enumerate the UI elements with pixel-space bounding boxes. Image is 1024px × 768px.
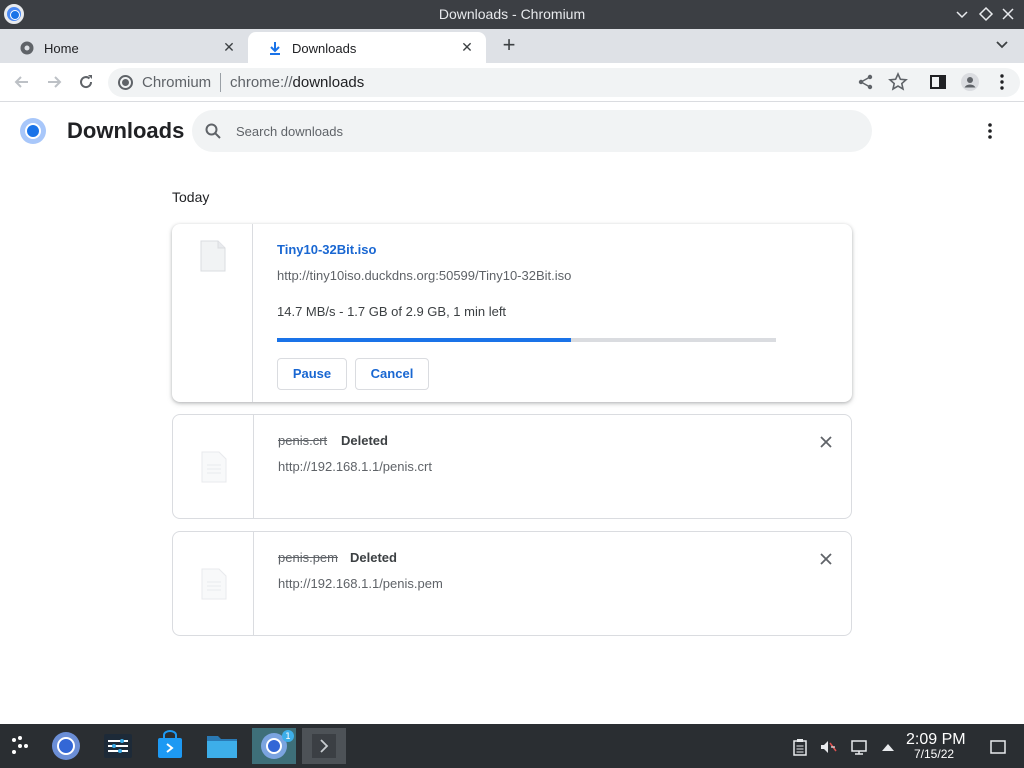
forward-arrow-icon[interactable] bbox=[44, 72, 64, 92]
home-icon bbox=[20, 41, 34, 55]
file-name: penis.pem bbox=[278, 550, 338, 565]
download-item: Tiny10-32Bit.iso http://tiny10iso.duckdn… bbox=[172, 224, 852, 402]
cancel-button[interactable]: Cancel bbox=[355, 358, 429, 390]
remove-from-list-icon[interactable] bbox=[817, 433, 835, 451]
download-progress-bar bbox=[277, 338, 776, 342]
window-title: Downloads - Chromium bbox=[438, 6, 586, 22]
new-tab-icon[interactable]: + bbox=[498, 34, 520, 57]
chromium-logo-icon bbox=[20, 118, 46, 144]
file-icon bbox=[201, 568, 227, 600]
maximize-icon[interactable] bbox=[976, 4, 996, 24]
date-section-header: Today bbox=[172, 189, 210, 205]
start-menu-button[interactable] bbox=[0, 728, 44, 764]
tab-close-icon[interactable]: ✕ bbox=[220, 38, 238, 56]
share-icon[interactable] bbox=[856, 72, 876, 92]
file-icon-column bbox=[173, 532, 254, 635]
minimize-icon[interactable] bbox=[952, 4, 972, 24]
search-icon bbox=[204, 122, 222, 140]
file-source-url[interactable]: http://192.168.1.1/penis.crt bbox=[278, 459, 432, 474]
pause-button[interactable]: Pause bbox=[277, 358, 347, 390]
file-name-link[interactable]: Tiny10-32Bit.iso bbox=[277, 242, 376, 257]
notification-badge: 1 bbox=[285, 732, 291, 742]
side-panel-icon[interactable] bbox=[928, 72, 948, 92]
tab-close-icon[interactable]: ✕ bbox=[458, 38, 476, 56]
file-source-url[interactable]: http://192.168.1.1/penis.pem bbox=[278, 576, 443, 591]
more-actions-icon[interactable] bbox=[980, 120, 1000, 142]
file-name: penis.crt bbox=[278, 433, 328, 448]
tab-label: Home bbox=[44, 41, 79, 56]
chromium-taskbar-icon[interactable] bbox=[44, 728, 88, 764]
address-bar[interactable]: Chromium chrome://downloads bbox=[108, 68, 1020, 97]
tab-downloads[interactable]: Downloads ✕ bbox=[248, 32, 486, 63]
file-icon-column bbox=[173, 415, 254, 518]
tab-search-chevron-icon[interactable] bbox=[994, 37, 1010, 53]
reload-icon[interactable] bbox=[76, 72, 96, 92]
settings-taskbar-icon[interactable] bbox=[96, 728, 140, 764]
file-source-url[interactable]: http://tiny10iso.duckdns.org:50599/Tiny1… bbox=[277, 268, 571, 283]
file-icon bbox=[200, 240, 226, 272]
close-window-icon[interactable] bbox=[998, 4, 1018, 24]
volume-muted-tray-icon[interactable] bbox=[819, 738, 837, 756]
search-box[interactable] bbox=[192, 110, 872, 152]
download-progress-fill bbox=[277, 338, 572, 342]
status-badge: Deleted bbox=[341, 433, 388, 448]
bookmark-star-icon[interactable] bbox=[888, 72, 908, 92]
back-arrow-icon[interactable] bbox=[12, 72, 32, 92]
site-name: Chromium bbox=[142, 74, 212, 91]
file-icon-column bbox=[172, 224, 253, 402]
search-input[interactable] bbox=[236, 120, 836, 142]
profile-avatar-icon[interactable] bbox=[960, 72, 980, 92]
discover-store-taskbar-icon[interactable] bbox=[148, 728, 192, 764]
clock-date[interactable]: 7/15/22 bbox=[914, 747, 954, 761]
terminal-taskbar-icon[interactable] bbox=[302, 728, 346, 764]
tab-strip: Home ✕ Downloads ✕ + bbox=[0, 29, 1024, 63]
status-badge: Deleted bbox=[350, 550, 397, 565]
clipboard-tray-icon[interactable] bbox=[791, 738, 809, 756]
file-manager-taskbar-icon[interactable] bbox=[200, 728, 244, 764]
chromium-site-icon bbox=[118, 75, 133, 90]
browser-toolbar: Chromium chrome://downloads bbox=[0, 63, 1024, 102]
tab-label: Downloads bbox=[292, 41, 357, 56]
network-tray-icon[interactable] bbox=[850, 738, 868, 756]
show-desktop-icon[interactable] bbox=[989, 738, 1007, 756]
omnibox-separator bbox=[220, 73, 221, 92]
tab-home[interactable]: Home ✕ bbox=[0, 32, 248, 63]
page-title: Downloads bbox=[67, 118, 185, 143]
browser-menu-icon[interactable] bbox=[992, 72, 1012, 92]
download-icon bbox=[268, 41, 282, 55]
show-hidden-tray-icon[interactable] bbox=[879, 738, 897, 756]
remove-from-list-icon[interactable] bbox=[817, 550, 835, 568]
download-item: penis.crt Deleted http://192.168.1.1/pen… bbox=[172, 414, 852, 519]
chromium-window-taskbar-icon[interactable]: 1 bbox=[252, 728, 296, 764]
url-text: chrome://downloads bbox=[230, 74, 365, 91]
file-icon bbox=[201, 451, 227, 483]
download-progress-text: 14.7 MB/s - 1.7 GB of 2.9 GB, 1 min left bbox=[277, 304, 507, 319]
download-item: penis.pem Deleted http://192.168.1.1/pen… bbox=[172, 531, 852, 636]
window-titlebar: Downloads - Chromium bbox=[0, 0, 1024, 29]
taskbar: 1 bbox=[0, 724, 1024, 768]
